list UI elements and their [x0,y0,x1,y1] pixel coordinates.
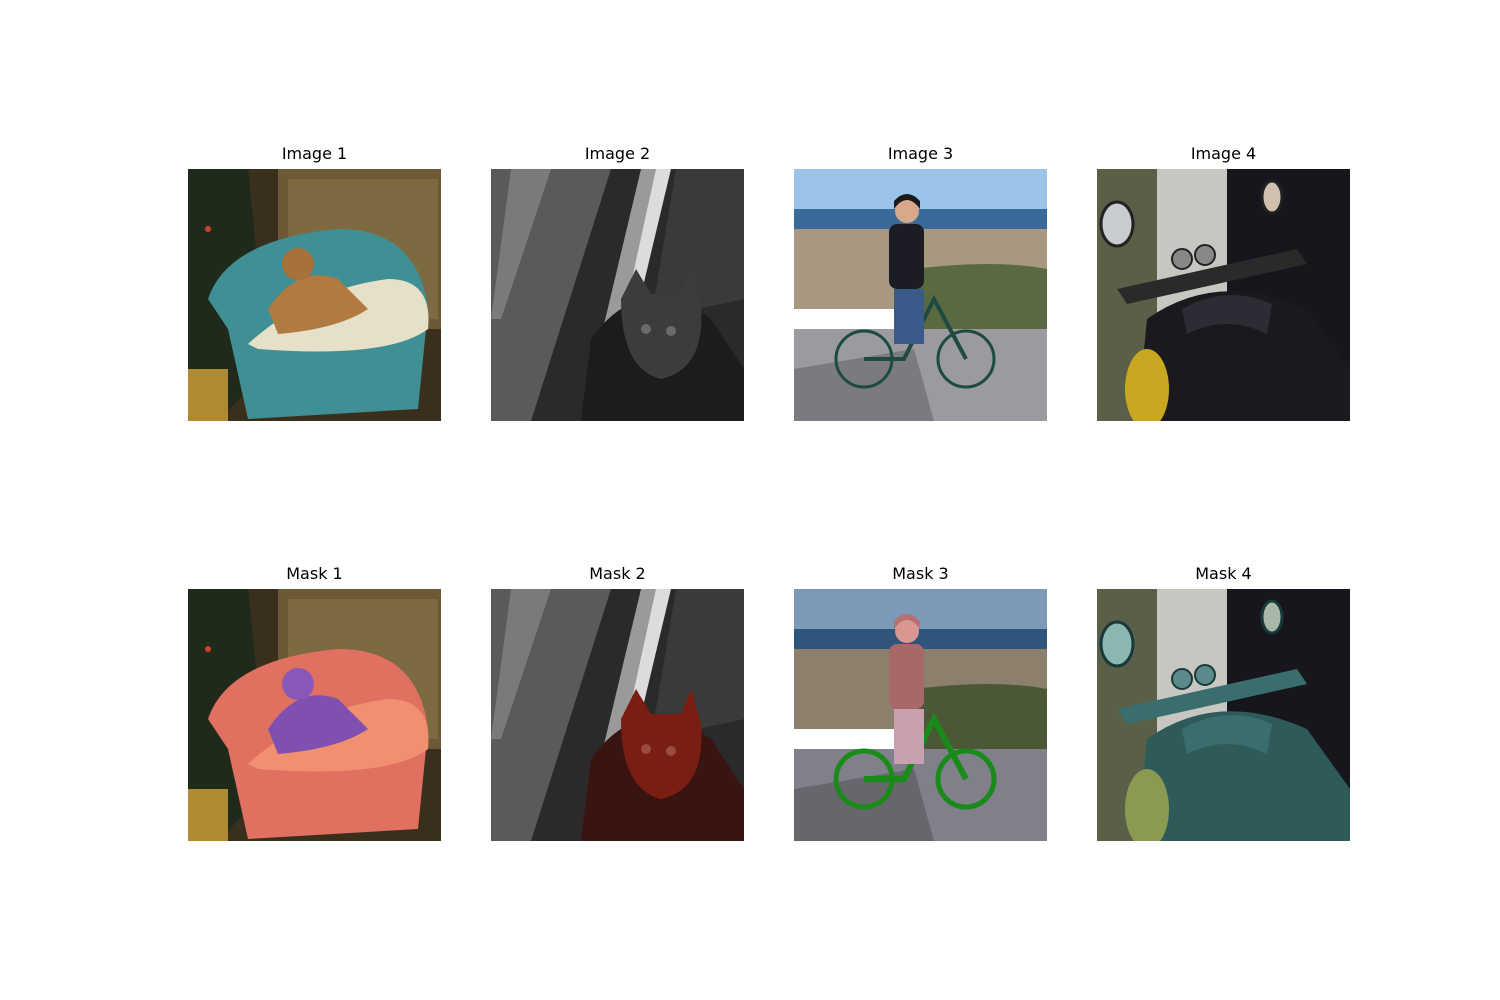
panel-title: Image 4 [1190,144,1257,163]
panel-title: Image 1 [281,144,348,163]
mask-overlay-cat [491,589,744,841]
panel-title: Mask 2 [589,564,646,583]
panel-title: Mask 3 [892,564,949,583]
mask-overlay-motorcycle [1097,589,1350,841]
photo-woman-on-bicycle [794,169,1047,421]
panel-title: Mask 1 [286,564,343,583]
panel-title: Image 2 [584,144,651,163]
panel-title: Image 3 [887,144,954,163]
photo-motorcycle [1097,169,1350,421]
photo-cat-grayscale [491,169,744,421]
mask-overlay-dog-chair [188,589,441,841]
photo-dog-on-armchair [188,169,441,421]
mask-overlay-person-bicycle [794,589,1047,841]
panel-title: Mask 4 [1195,564,1252,583]
